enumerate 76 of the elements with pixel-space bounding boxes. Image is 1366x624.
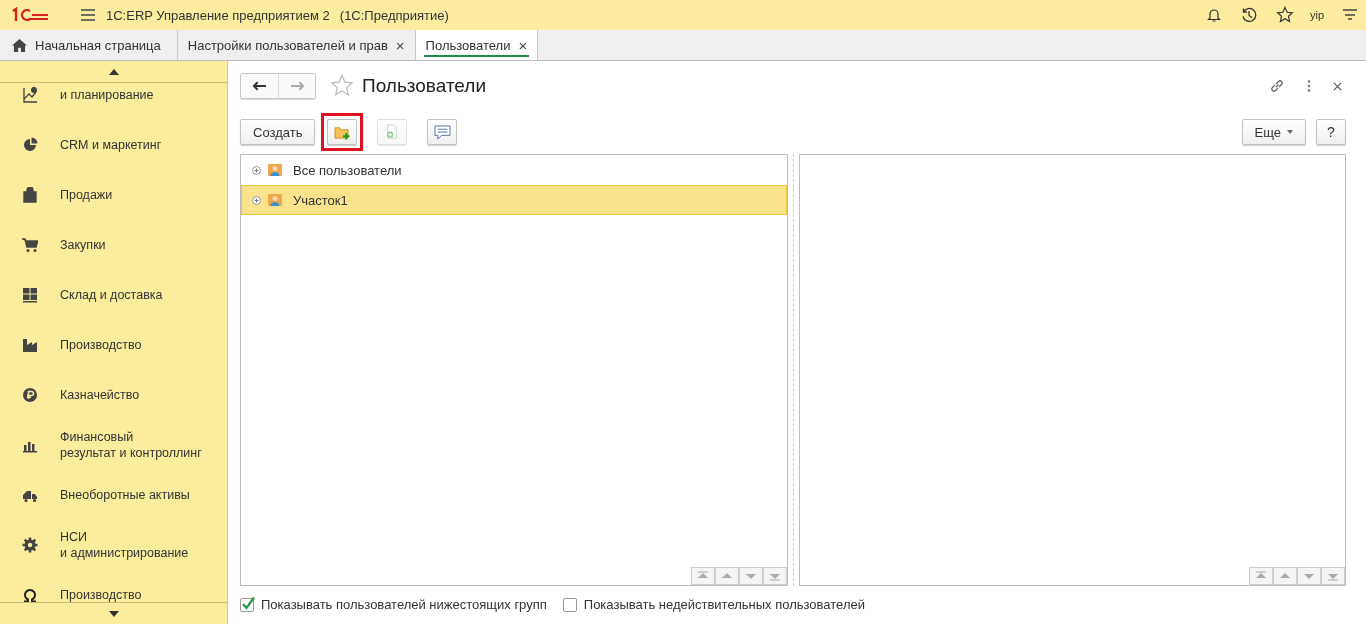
scroll-top-button[interactable] (691, 567, 715, 585)
sidebar-item[interactable]: Казначейство (60, 387, 140, 403)
menu-icon[interactable] (80, 8, 96, 22)
link-icon[interactable] (1269, 78, 1285, 94)
caret-icon (1287, 130, 1293, 134)
ruble-coin-icon (22, 387, 38, 403)
scroll-down-button[interactable] (739, 567, 763, 585)
cart-icon (22, 237, 38, 253)
omega-icon (22, 587, 38, 602)
folder-plus-icon (333, 124, 351, 140)
sidebar-item[interactable]: Продажи (60, 187, 113, 203)
scroll-down-button[interactable] (1297, 567, 1321, 585)
tab-label: Пользователи (425, 37, 511, 53)
tree-label: Все пользователи (293, 162, 402, 178)
tab-label: Настройки пользователей и прав (187, 37, 388, 53)
close-icon[interactable] (1333, 81, 1342, 91)
budget-chart-icon (22, 87, 38, 103)
factory-icon (22, 337, 38, 353)
close-icon[interactable]: × (395, 36, 405, 54)
left-arrow-icon (252, 81, 267, 91)
scroll-up-icon[interactable] (108, 68, 119, 75)
tab-label: Начальная страница (35, 37, 161, 53)
settings-menu-icon[interactable] (1342, 8, 1358, 22)
star-icon[interactable] (330, 74, 354, 98)
sidebar-item[interactable]: Склад и доставка (60, 287, 163, 303)
right-arrow-icon (289, 81, 305, 91)
sidebar-item[interactable]: Производство (60, 587, 142, 602)
sidebar-item[interactable]: Производство (60, 337, 142, 353)
sidebar-item[interactable]: и планирование (60, 87, 154, 103)
create-button[interactable]: Создать (240, 119, 316, 145)
tab[interactable]: Настройки пользователей и прав × (177, 30, 416, 60)
speech-bubble-icon (433, 124, 451, 140)
checkbox[interactable] (562, 596, 579, 612)
app-subtitle: (1С:Предприятие) (339, 7, 449, 23)
checkbox-label: Показывать недействительных пользователей (583, 596, 865, 612)
tree-label: Участок1 (293, 192, 348, 208)
add-group-button[interactable] (327, 119, 358, 145)
logo-icon (10, 7, 50, 23)
page-title: Пользователи (362, 75, 486, 97)
sidebar-item[interactable]: Внеоборотные активы (60, 487, 190, 503)
sidebar-item[interactable]: CRM и маркетинг (60, 137, 162, 153)
expand-icon[interactable] (252, 195, 261, 205)
scroll-top-button[interactable] (1249, 567, 1273, 585)
grid-icon (22, 287, 38, 303)
more-button[interactable]: Еще (1241, 119, 1306, 145)
scroll-bottom-button[interactable] (763, 567, 787, 585)
back-button[interactable] (241, 74, 278, 98)
user-group-icon (267, 193, 283, 207)
checkbox[interactable] (240, 596, 256, 612)
app-title: 1С:ERP Управление предприятием 2 (106, 7, 330, 23)
gear-icon (22, 537, 38, 553)
user-name[interactable]: yip (1309, 9, 1324, 21)
more-vertical-icon[interactable] (1307, 80, 1311, 92)
star-icon[interactable] (1275, 6, 1294, 24)
scroll-bottom-button[interactable] (1321, 567, 1345, 585)
user-group-icon (267, 163, 283, 177)
help-button[interactable]: ? (1316, 119, 1346, 145)
bell-icon[interactable] (1205, 7, 1222, 23)
sidebar-item[interactable]: НСИ и администрирование (60, 529, 189, 561)
comment-button[interactable] (427, 119, 458, 145)
pie-chart-icon (22, 137, 38, 153)
scroll-up-button[interactable] (715, 567, 739, 585)
scroll-up-button[interactable] (1273, 567, 1297, 585)
sidebar-item[interactable]: Закупки (60, 237, 106, 253)
tree-row[interactable]: Участок1 (241, 185, 787, 215)
scroll-down-icon[interactable] (108, 610, 119, 617)
tree-row[interactable]: Все пользователи (241, 155, 787, 185)
tab[interactable]: Пользователи × (415, 30, 539, 60)
tab[interactable]: Начальная страница (0, 30, 178, 60)
close-icon[interactable]: × (518, 36, 528, 54)
document-plus-icon (385, 124, 400, 140)
home-icon (12, 38, 27, 52)
sidebar-item[interactable]: Финансовый результат и контроллинг (60, 429, 202, 461)
shopping-bag-icon (22, 187, 38, 203)
checkbox-label: Показывать пользователей нижестоящих групп (261, 596, 547, 612)
expand-icon[interactable] (252, 165, 261, 175)
